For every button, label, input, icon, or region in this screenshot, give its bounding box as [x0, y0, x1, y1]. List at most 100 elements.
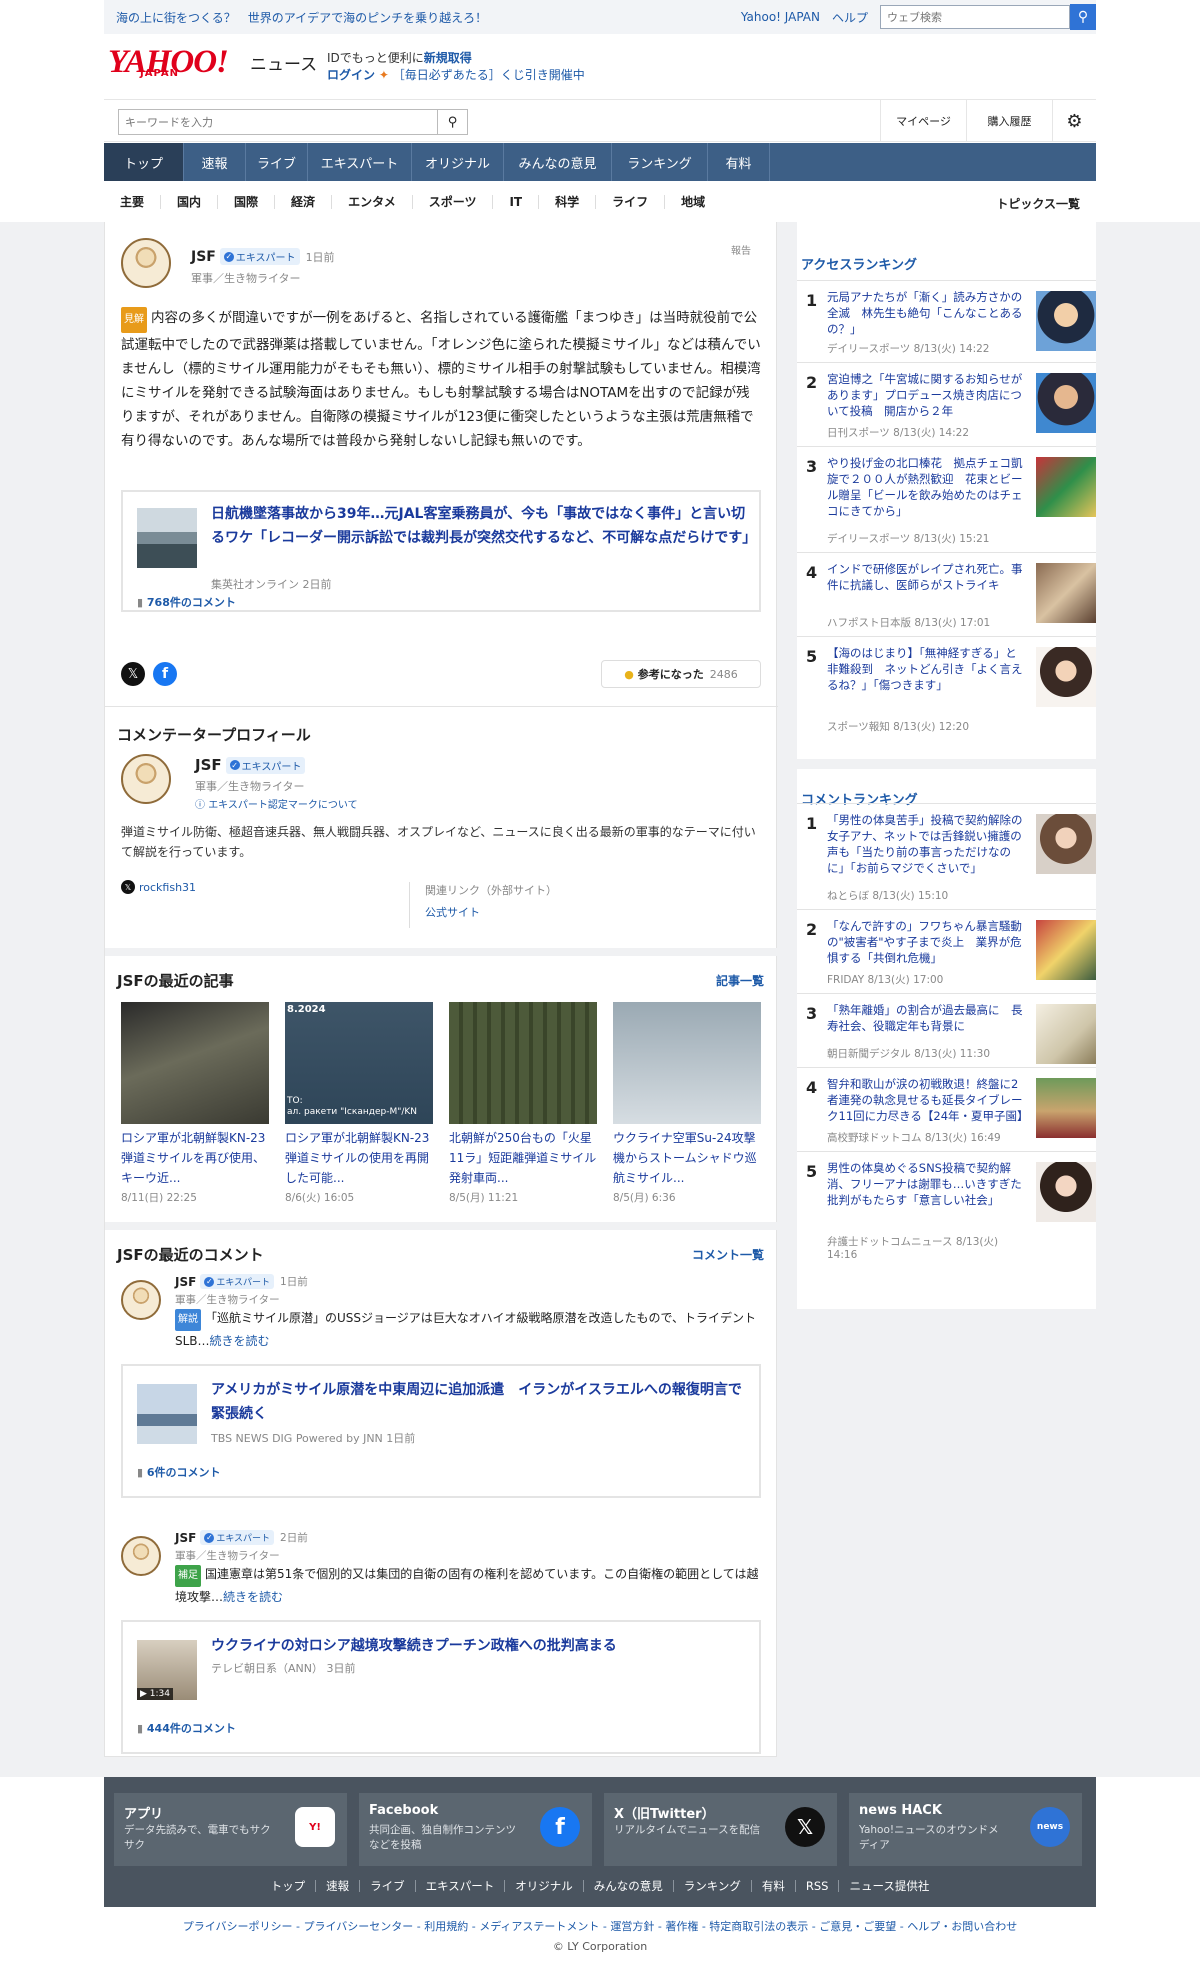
- mypage-button[interactable]: マイページ: [880, 100, 966, 142]
- rank-title[interactable]: 「男性の体臭苦手」投稿で契約解除の女子アナ、ネットでは舌鋒鋭い擁護の声も「当たり…: [827, 812, 1027, 876]
- footer-link-0[interactable]: トップ: [261, 1880, 317, 1892]
- footer-box-3[interactable]: news HACK Yahoo!ニュースのオウンドメディア news: [849, 1793, 1082, 1866]
- profile-name[interactable]: JSF: [195, 756, 222, 774]
- article-comment-count[interactable]: ▮ 444件のコメント: [137, 1720, 236, 1736]
- keyword-search-button[interactable]: ⚲: [438, 109, 468, 135]
- rank-title[interactable]: やり投げ金の北口榛花 拠点チェコ凱旋で２００人が熱烈歓迎 花束とビール贈呈「ビー…: [827, 455, 1027, 519]
- sub-nav-9[interactable]: 地域: [665, 195, 721, 209]
- article-list-link[interactable]: 記事一覧: [716, 972, 764, 989]
- article-thumbnail[interactable]: [137, 1384, 197, 1444]
- login-link[interactable]: ログイン: [327, 68, 375, 82]
- article-title[interactable]: 日航機墜落事故から39年…元JAL客室乗務員が、今も「事故ではなく事件」と言い切…: [211, 502, 756, 550]
- article-comment-count[interactable]: ▮ 6件のコメント: [137, 1464, 221, 1480]
- footer-link-2[interactable]: ライブ: [360, 1880, 416, 1892]
- main-nav-5[interactable]: みんなの意見: [504, 143, 612, 181]
- article-card[interactable]: 日航機墜落事故から39年…元JAL客室乗務員が、今も「事故ではなく事件」と言い切…: [121, 490, 761, 612]
- author-avatar[interactable]: [121, 238, 171, 288]
- comment-author[interactable]: JSF: [175, 1275, 196, 1289]
- footer-link-6[interactable]: ランキング: [674, 1880, 752, 1892]
- comment-avatar[interactable]: [121, 1280, 161, 1320]
- rank-title[interactable]: 【海のはじまり】「無神経すぎる」と非難殺到 ネットどん引き「よく言えるね？」「傷…: [827, 645, 1027, 693]
- article-title[interactable]: ウクライナの対ロシア越境攻撃続きプーチン政権への批判高まる: [211, 1634, 751, 1658]
- rank-thumbnail[interactable]: [1036, 1004, 1096, 1064]
- main-nav-1[interactable]: 速報: [184, 143, 246, 181]
- article-thumbnail[interactable]: [137, 508, 197, 568]
- footer-box-0[interactable]: アプリ データ先読みで、電車でもサクサク Y!: [114, 1793, 347, 1866]
- rank-thumbnail[interactable]: [1036, 291, 1096, 351]
- rank-item-2[interactable]: 2 宮迫博之「牛宮城に関するお知らせがあります」プロデュース焼き肉店について投稿 …: [797, 362, 1096, 446]
- footer-box-1[interactable]: Facebook 共同企画、独自制作コンテンツなどを投稿 f: [359, 1793, 592, 1866]
- article-title[interactable]: 北朝鮮が250台もの「火星11ラ」短距離弾道ミサイル発射車両...: [449, 1128, 597, 1188]
- sub-nav-2[interactable]: 国際: [218, 195, 276, 209]
- profile-x-link[interactable]: 𝕏rockfish31: [121, 880, 196, 894]
- article-title[interactable]: アメリカがミサイル原潜を中東周辺に追加派遣 イランがイスラエルへの報復明言で緊張…: [211, 1378, 751, 1426]
- footer-link-4[interactable]: オリジナル: [505, 1880, 584, 1892]
- rank-item-4[interactable]: 4 インドで研修医がレイプされ死亡。事件に抗議し、医師らがストライキ ハフポスト日本…: [797, 552, 1096, 636]
- keyword-input[interactable]: [118, 109, 438, 135]
- share-x-button[interactable]: 𝕏: [121, 662, 145, 686]
- footer-link-9[interactable]: ニュース提供社: [839, 1880, 939, 1892]
- rank-item-3[interactable]: 3 やり投げ金の北口榛花 拠点チェコ凱旋で２００人が熱烈歓迎 花束とビール贈呈「ビ…: [797, 446, 1096, 552]
- settings-button[interactable]: ⚙: [1052, 100, 1096, 142]
- article-thumbnail[interactable]: [121, 1002, 269, 1124]
- purchase-history-button[interactable]: 購入履歴: [966, 100, 1052, 142]
- rank-title[interactable]: 「熟年離婚」の割合が過去最高に 長寿社会、役職定年も背景に: [827, 1002, 1027, 1034]
- article-card[interactable]: アメリカがミサイル原潜を中東周辺に追加派遣 イランがイスラエルへの報復明言で緊張…: [121, 1364, 761, 1498]
- article-thumbnail[interactable]: [449, 1002, 597, 1124]
- main-nav-6[interactable]: ランキング: [612, 143, 708, 181]
- yahoo-japan-link[interactable]: Yahoo! JAPAN: [741, 10, 820, 24]
- footer-link-1[interactable]: 速報: [316, 1880, 361, 1892]
- article-comment-count[interactable]: ▮ 768件のコメント: [137, 594, 236, 610]
- author-name[interactable]: JSF: [191, 249, 216, 265]
- main-nav-4[interactable]: オリジナル: [412, 143, 504, 181]
- main-nav-0[interactable]: トップ: [104, 143, 184, 181]
- legal-links[interactable]: プライバシーポリシー - プライバシーセンター - 利用規約 - メディアステー…: [0, 1918, 1200, 1934]
- helpful-button[interactable]: ● 参考になった 2486: [601, 660, 761, 688]
- main-nav-3[interactable]: エキスパート: [308, 143, 412, 181]
- rank-title[interactable]: 智弁和歌山が涙の初戦敗退！終盤に2者連発の執念見せるも延長タイブレーク11回に力…: [827, 1076, 1029, 1124]
- rank-title[interactable]: 男性の体臭めぐるSNS投稿で契約解消、フリーアナは謝罪も…いきすぎた批判がもたら…: [827, 1160, 1027, 1208]
- footer-box-2[interactable]: X（旧Twitter） リアルタイムでニュースを配信 𝕏: [604, 1793, 837, 1866]
- article-title[interactable]: ロシア軍が北朝鮮製KN-23弾道ミサイルの使用を再開した可能...: [285, 1128, 433, 1188]
- rank-item-5[interactable]: 5 【海のはじまり】「無神経すぎる」と非難殺到 ネットどん引き「よく言えるね？」「…: [797, 636, 1096, 740]
- rank-title[interactable]: 宮迫博之「牛宮城に関するお知らせがあります」プロデュース焼き肉店について投稿 開…: [827, 371, 1027, 419]
- sub-nav-4[interactable]: エンタメ: [332, 195, 413, 209]
- lottery-link[interactable]: ［毎日必ずあたる］くじ引き開催中: [393, 68, 585, 82]
- profile-avatar[interactable]: [121, 754, 171, 804]
- expert-mark-info-link[interactable]: ⓘ エキスパート認定マークについて: [195, 796, 358, 811]
- web-search-button[interactable]: ⚲: [1070, 4, 1096, 30]
- sub-nav-8[interactable]: ライフ: [596, 195, 666, 209]
- comment-list-link[interactable]: コメント一覧: [692, 1246, 764, 1263]
- sub-nav-0[interactable]: 主要: [104, 195, 162, 209]
- topics-all-link[interactable]: トピックス一覧: [996, 195, 1080, 212]
- article-title[interactable]: ウクライナ空軍Su-24攻撃機からストームシャドウ巡航ミサイル...: [613, 1128, 761, 1188]
- rank-thumbnail[interactable]: [1036, 1162, 1096, 1222]
- rank-thumbnail[interactable]: [1036, 457, 1096, 517]
- news-label[interactable]: ニュース: [250, 50, 317, 75]
- rank-thumbnail[interactable]: [1036, 814, 1096, 874]
- footer-link-3[interactable]: エキスパート: [416, 1880, 506, 1892]
- help-link[interactable]: ヘルプ: [832, 9, 868, 26]
- rank-item-3[interactable]: 3 「熟年離婚」の割合が過去最高に 長寿社会、役職定年も背景に 朝日新聞デジタル 8…: [797, 993, 1096, 1067]
- report-link[interactable]: 報告: [731, 242, 751, 257]
- article-title[interactable]: ロシア軍が北朝鮮製KN-23弾道ミサイルを再び使用、キーウ近...: [121, 1128, 269, 1188]
- article-thumbnail[interactable]: [613, 1002, 761, 1124]
- signup-link[interactable]: 新規取得: [424, 51, 472, 65]
- article-card[interactable]: ▶ 1:34 ウクライナの対ロシア越境攻撃続きプーチン政権への批判高まる テレビ朝日…: [121, 1620, 761, 1754]
- sub-nav-7[interactable]: 科学: [539, 195, 597, 209]
- sub-nav-6[interactable]: IT: [493, 195, 540, 209]
- promo-link[interactable]: 海の上に街をつくる？ 世界のアイデアで海のピンチを乗り越えろ！: [116, 9, 487, 26]
- rank-item-1[interactable]: 1 元局アナたちが「漸く」読み方さかの全滅 林先生も絶句「こんなことあるの？」 デイ…: [797, 280, 1096, 362]
- rank-title[interactable]: 「なんで許すの」フワちゃん暴言騒動の"被害者"やす子まで炎上 業界が危惧する「共…: [827, 918, 1027, 966]
- footer-link-5[interactable]: みんなの意見: [584, 1880, 674, 1892]
- comment-avatar[interactable]: [121, 1536, 161, 1576]
- footer-link-7[interactable]: 有料: [752, 1880, 796, 1892]
- rank-title[interactable]: 元局アナたちが「漸く」読み方さかの全滅 林先生も絶句「こんなことあるの？」: [827, 289, 1027, 337]
- read-more-link[interactable]: 続きを読む: [210, 1334, 270, 1348]
- rank-item-4[interactable]: 4 智弁和歌山が涙の初戦敗退！終盤に2者連発の執念見せるも延長タイブレーク11回に…: [797, 1067, 1096, 1151]
- rank-item-1[interactable]: 1 「男性の体臭苦手」投稿で契約解除の女子アナ、ネットでは舌鋒鋭い擁護の声も「当た…: [797, 803, 1096, 909]
- rank-thumbnail[interactable]: [1036, 647, 1096, 707]
- sub-nav-3[interactable]: 経済: [275, 195, 333, 209]
- article-thumbnail[interactable]: 8.2024 ТО: ал. ракети "Іскандер-М"/KN: [285, 1002, 433, 1124]
- rank-title[interactable]: インドで研修医がレイプされ死亡。事件に抗議し、医師らがストライキ: [827, 561, 1027, 593]
